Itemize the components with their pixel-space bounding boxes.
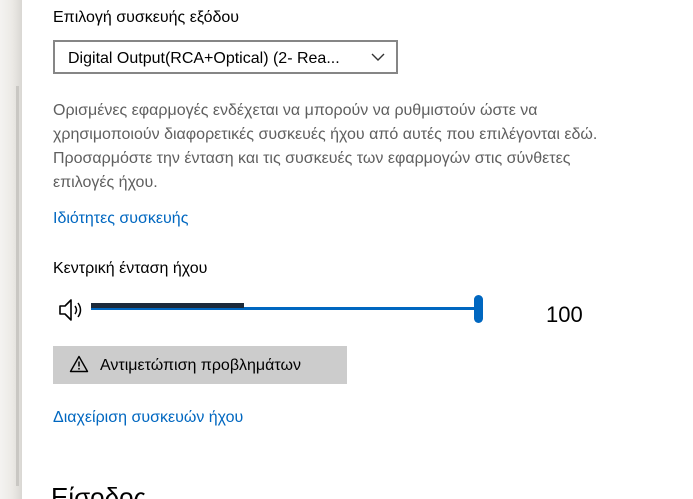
device-properties-link[interactable]: Ιδιότητες συσκευής bbox=[53, 210, 188, 228]
left-window-edge bbox=[0, 0, 22, 499]
volume-value: 100 bbox=[546, 302, 583, 327]
volume-slider-thumb[interactable] bbox=[474, 295, 483, 323]
input-section-heading: Είσοδος bbox=[51, 482, 147, 499]
speaker-icon[interactable] bbox=[58, 298, 86, 322]
troubleshoot-button[interactable]: Αντιμετώπιση προβλημάτων bbox=[53, 346, 347, 384]
manage-sound-devices-link[interactable]: Διαχείριση συσκευών ήχου bbox=[53, 409, 243, 427]
scrollbar-track[interactable] bbox=[16, 86, 19, 486]
output-device-description: Ορισμένες εφαρμογές ενδέχεται να μπορούν… bbox=[53, 102, 598, 191]
output-device-label: Επιλογή συσκευής εξόδου bbox=[53, 9, 240, 26]
sound-settings-page: Επιλογή συσκευής εξόδου Digital Output(R… bbox=[0, 0, 693, 499]
volume-slider-peak-meter bbox=[91, 303, 244, 308]
chevron-down-icon bbox=[371, 53, 385, 61]
master-volume-slider[interactable] bbox=[91, 293, 489, 327]
output-device-dropdown[interactable]: Digital Output(RCA+Optical) (2- Rea... bbox=[53, 40, 398, 74]
warning-icon bbox=[69, 355, 89, 373]
master-volume-label: Κεντρική ένταση ήχου bbox=[53, 260, 208, 277]
output-device-selected: Digital Output(RCA+Optical) (2- Rea... bbox=[68, 50, 340, 67]
troubleshoot-button-label: Αντιμετώπιση προβλημάτων bbox=[100, 357, 301, 374]
